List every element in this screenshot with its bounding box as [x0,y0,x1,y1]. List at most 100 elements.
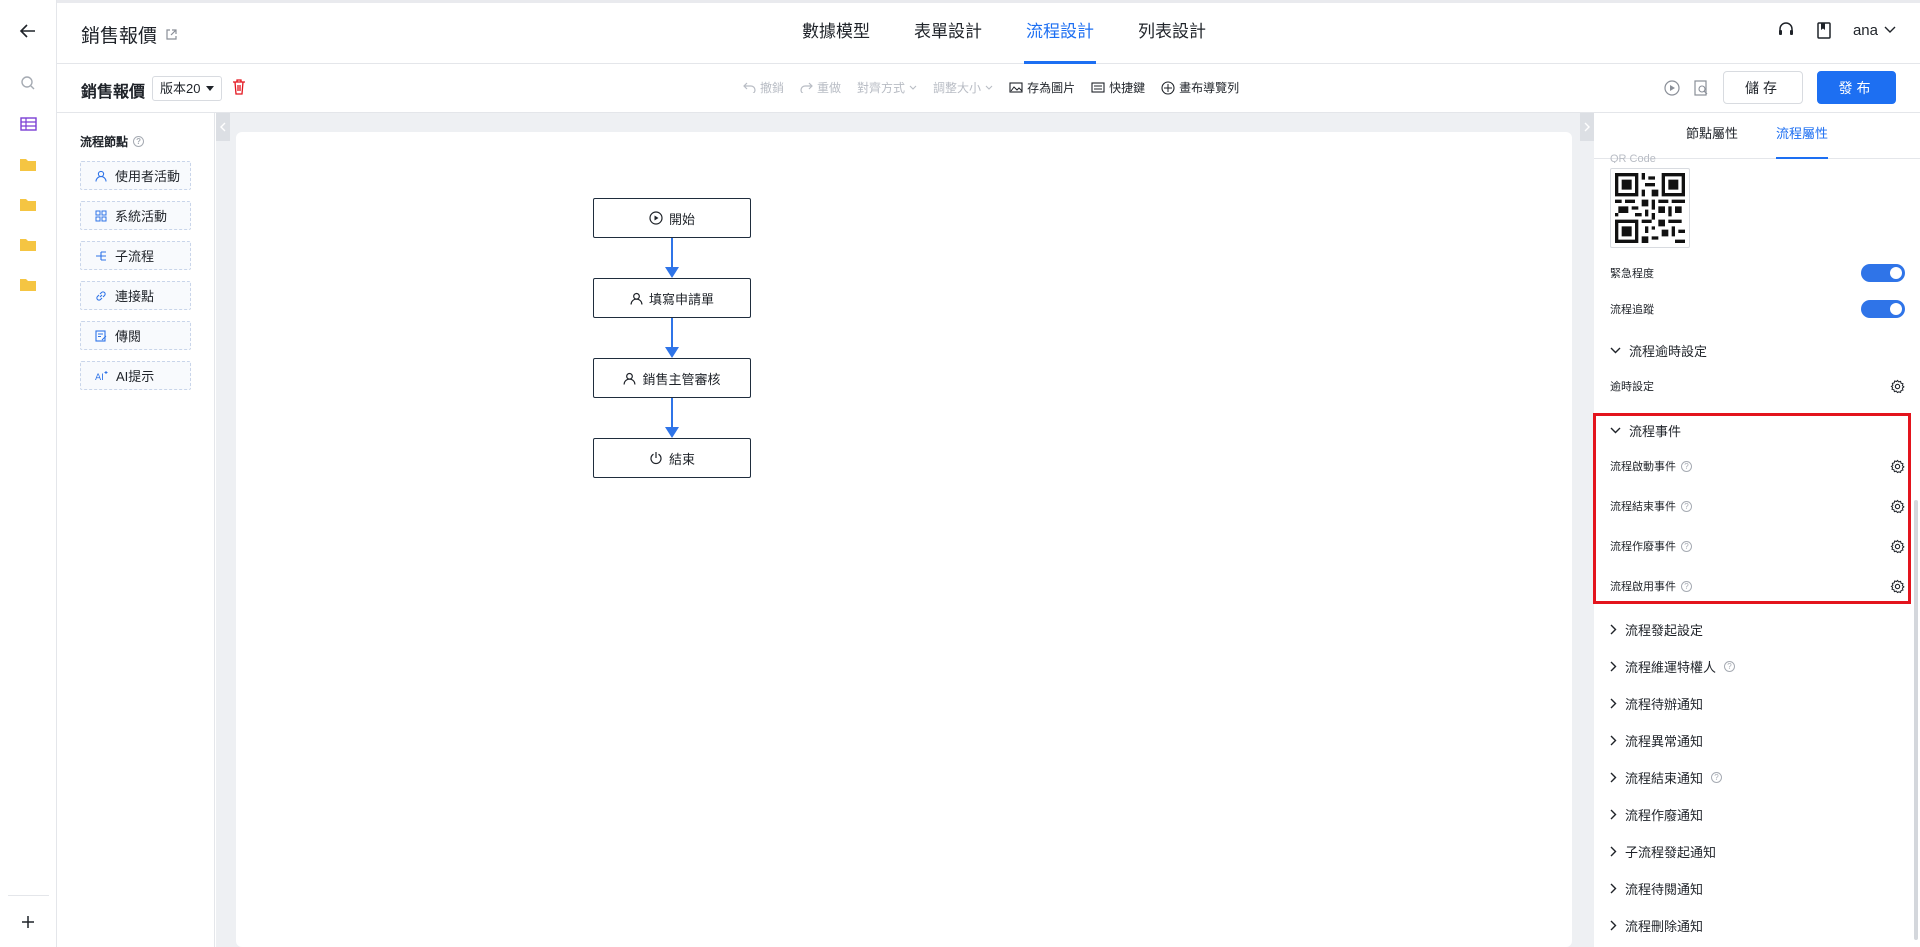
gear-icon[interactable] [1890,379,1905,394]
section-delete-notice[interactable]: 流程刪除通知 [1610,916,1703,935]
section-todo-notice[interactable]: 流程待辦通知 [1610,694,1703,713]
folder-icon[interactable] [16,192,40,216]
section-subflow-notice[interactable]: 子流程發起通知 [1610,842,1716,861]
qr-code-image [1615,173,1685,243]
chevron-right-icon [1610,735,1617,746]
chevron-down-icon [985,85,993,90]
flow-edge[interactable] [671,398,673,428]
save-button[interactable]: 儲存 [1723,71,1803,104]
highlight-box [1593,413,1911,604]
resize-label: 調整大小 [933,81,982,95]
edit-doc-icon [95,329,107,342]
section-error-notice[interactable]: 流程異常通知 [1610,731,1703,750]
shortcuts-button[interactable]: 快捷鍵 [1091,79,1145,96]
palette-item-subflow[interactable]: 子流程 [80,241,191,270]
flow-canvas[interactable] [236,132,1572,947]
canvas-nav-button[interactable]: 畫布導覽列 [1161,79,1239,96]
flow-node-manager-review[interactable]: 銷售主管審核 [593,358,751,398]
node-label: 填寫申請單 [648,291,714,307]
help-icon[interactable]: ? [1711,772,1723,783]
left-rail [0,0,57,947]
tab-flow-properties[interactable]: 流程屬性 [1776,113,1829,159]
palette-item-label: 系統活動 [115,209,168,224]
timeout-section-header[interactable]: 流程逾時設定 [1610,341,1707,360]
add-icon[interactable] [16,910,40,934]
section-label: 流程作廢通知 [1625,808,1704,823]
delete-icon[interactable] [232,79,246,95]
user-icon [95,170,107,182]
chevron-right-icon [1610,698,1617,709]
flow-node-fill-form[interactable]: 填寫申請單 [593,278,751,318]
properties-scrollbar[interactable] [1914,500,1918,940]
flow-node-start[interactable]: 開始 [593,198,751,238]
align-dropdown[interactable]: 對齊方式 [857,79,917,96]
folder-icon[interactable] [16,272,40,296]
flow-title: 銷售報價 [81,84,146,101]
section-ops-privilege[interactable]: 流程維運特權人 ? [1610,657,1736,676]
palette-item-circulate[interactable]: 傳閱 [80,321,191,350]
help-icon[interactable]: ? [1724,661,1736,672]
section-label: 流程維運特權人 [1625,660,1717,675]
tab-form-design[interactable]: 表單設計 [912,3,984,64]
tab-data-model[interactable]: 數據模型 [800,3,872,64]
preview-icon[interactable] [1694,79,1709,96]
node-label: 開始 [668,211,695,227]
folder-icon[interactable] [16,232,40,256]
redo-button[interactable]: 重做 [800,79,841,96]
publish-button[interactable]: 發布 [1817,71,1896,104]
section-toread-notice[interactable]: 流程待閱通知 [1610,879,1703,898]
play-icon [649,211,663,225]
section-label: 流程待辦通知 [1625,697,1704,712]
flow-edge[interactable] [671,318,673,348]
subflow-icon [96,250,106,261]
chevron-right-icon [1610,772,1617,783]
palette-item-label: 子流程 [115,249,155,264]
palette-title: 流程節點 ? [80,133,145,150]
flow-node-end[interactable]: 結束 [593,438,751,478]
palette-item-connector[interactable]: 連接點 [80,281,191,310]
save-image-button[interactable]: 存為圖片 [1009,79,1075,96]
resize-dropdown[interactable]: 調整大小 [933,79,993,96]
headset-icon[interactable] [1777,21,1795,39]
palette-item-ai-prompt[interactable]: AI AI提示 [80,361,191,390]
keyboard-icon [1091,82,1105,93]
undo-button[interactable]: 撤銷 [743,79,784,96]
redo-label: 重做 [817,81,842,95]
grid-icon [95,210,107,221]
tab-flow-design[interactable]: 流程設計 [1024,3,1096,64]
chevron-right-icon [1610,920,1617,931]
tab-list-design[interactable]: 列表設計 [1136,3,1208,64]
user-icon [623,372,636,385]
urgency-toggle[interactable] [1861,264,1905,282]
compass-icon [1161,80,1175,95]
book-icon[interactable] [1817,21,1831,39]
folder-icon[interactable] [16,152,40,176]
external-link-icon[interactable] [165,28,178,41]
table-icon[interactable] [16,112,40,136]
flow-edge[interactable] [671,238,673,268]
section-label: 流程結束通知 [1625,771,1704,786]
power-icon [650,452,662,465]
collapse-left-handle[interactable] [216,113,230,141]
tracking-toggle[interactable] [1861,300,1905,318]
collapse-right-handle[interactable] [1580,113,1594,141]
run-icon[interactable] [1664,79,1680,96]
save-image-label: 存為圖片 [1027,81,1076,95]
palette-item-system-activity[interactable]: 系統活動 [80,201,191,230]
user-menu[interactable]: ana [1853,22,1896,39]
help-icon[interactable]: ? [133,136,145,147]
palette-item-label: 使用者活動 [115,169,181,184]
section-label: 子流程發起通知 [1625,845,1717,860]
search-icon[interactable] [16,71,40,95]
redo-icon [800,82,813,93]
node-label: 銷售主管審核 [642,371,721,387]
align-label: 對齊方式 [857,81,906,95]
back-icon[interactable] [16,19,40,43]
section-end-notice[interactable]: 流程結束通知 ? [1610,768,1723,787]
section-initiate-settings[interactable]: 流程發起設定 [1610,620,1703,639]
palette-item-user-activity[interactable]: 使用者活動 [80,161,191,190]
tab-node-properties[interactable]: 節點屬性 [1686,113,1738,159]
version-select[interactable]: 版本20 [152,76,223,101]
section-void-notice[interactable]: 流程作廢通知 [1610,805,1703,824]
qr-code[interactable] [1610,168,1690,248]
